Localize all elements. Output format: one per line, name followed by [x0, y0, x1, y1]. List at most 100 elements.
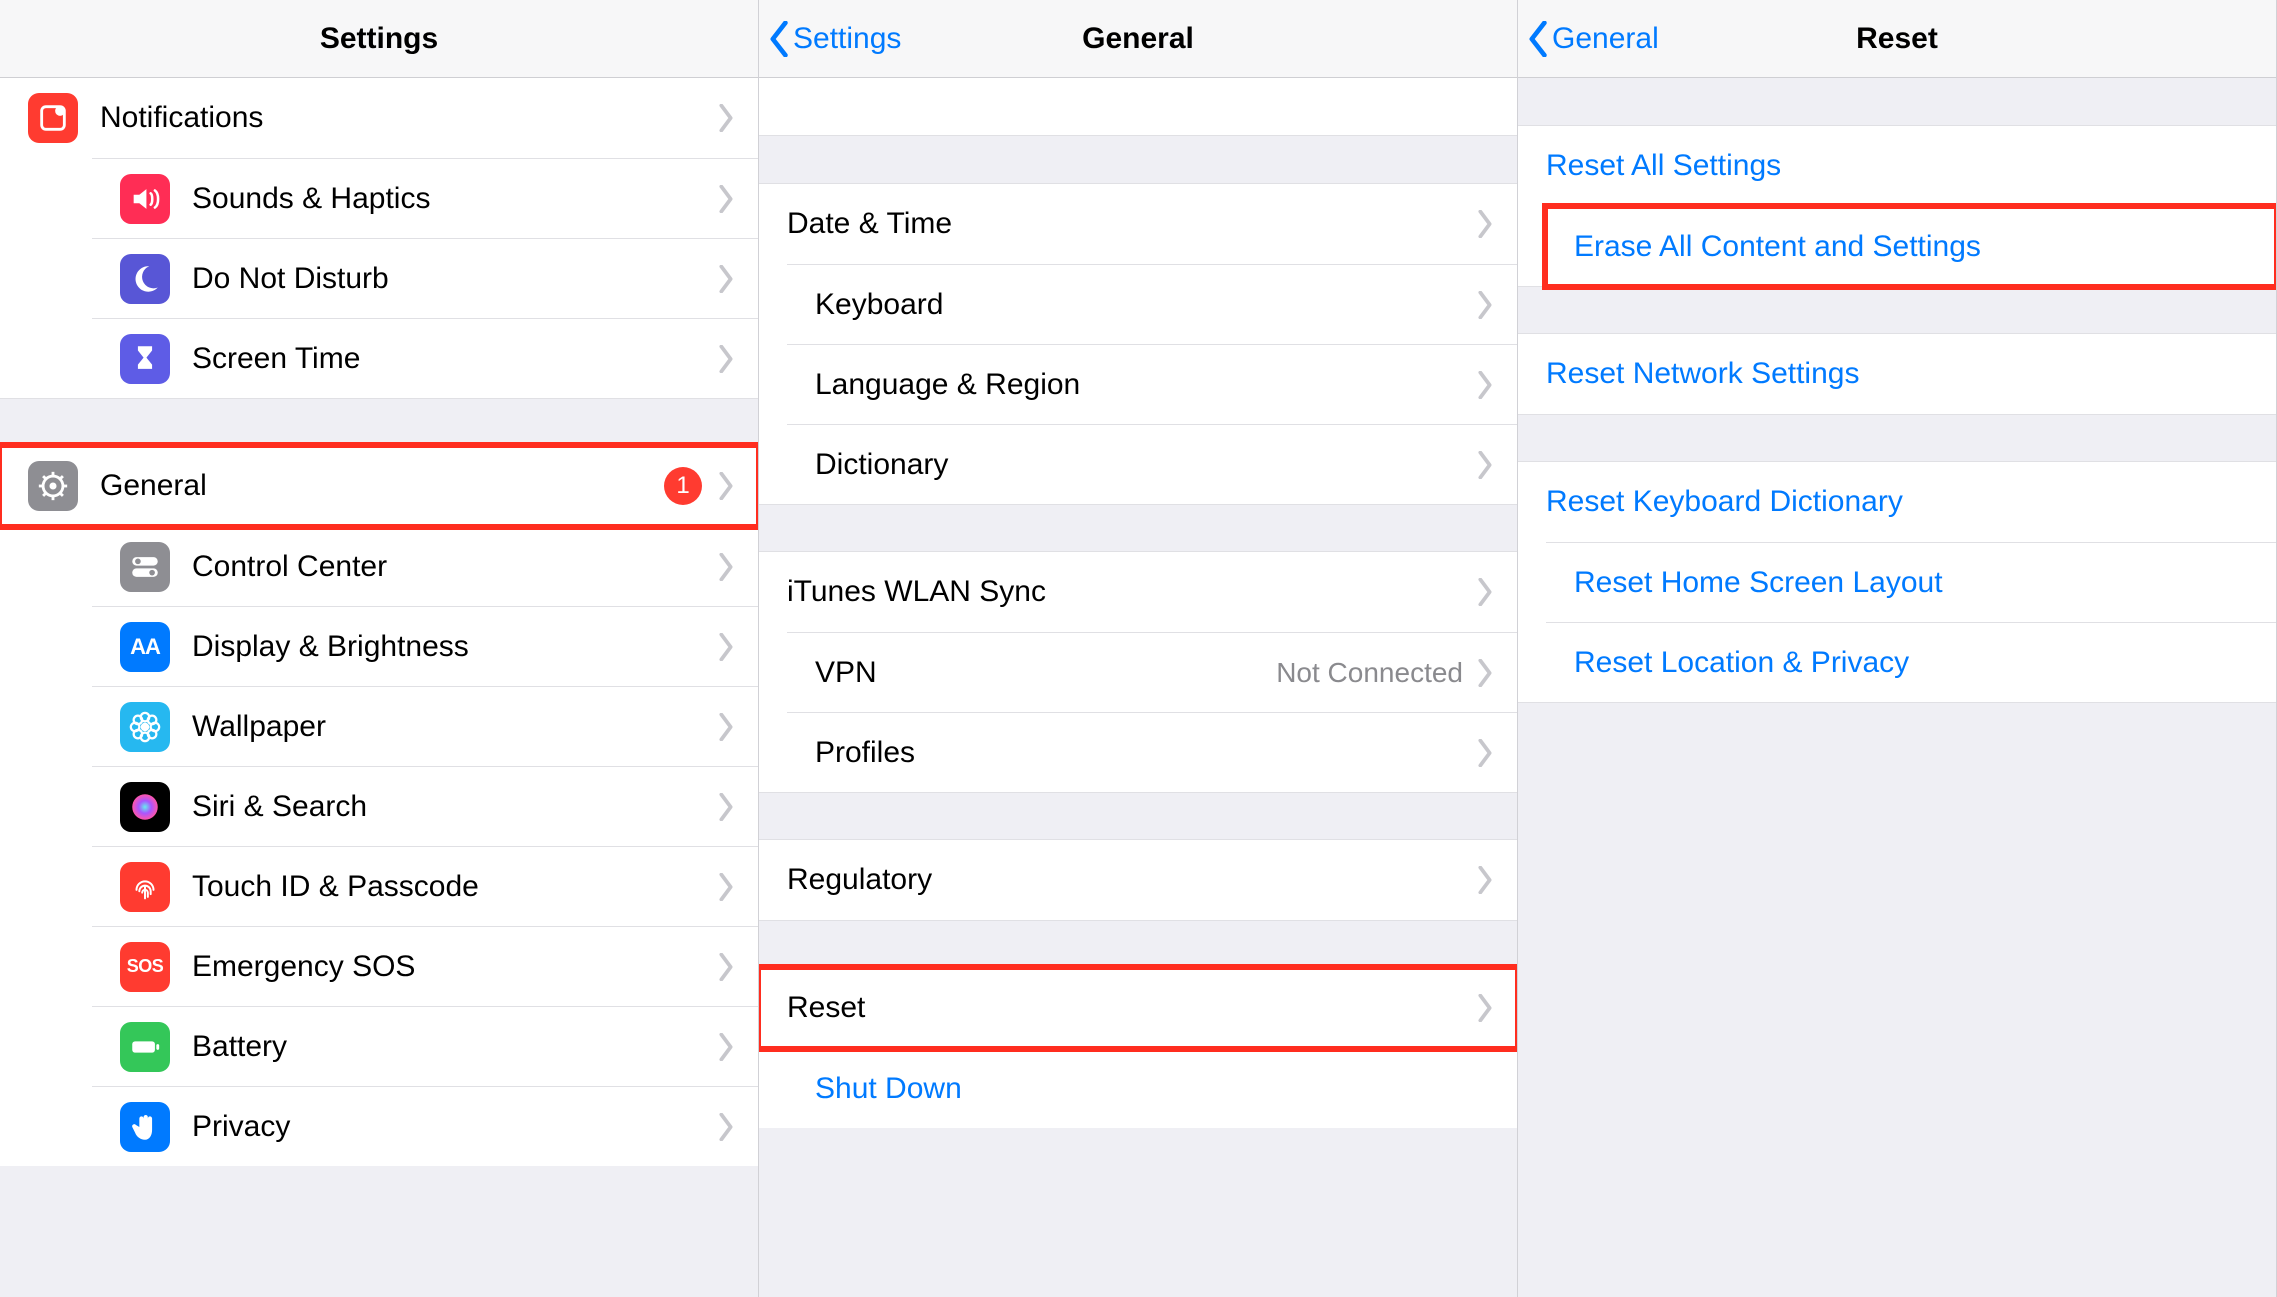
section-gap: [1518, 78, 2276, 126]
row-vpn[interactable]: VPNNot Connected: [787, 632, 1517, 712]
row-lang[interactable]: Language & Region: [787, 344, 1517, 424]
chevron-right-icon: [718, 633, 734, 661]
row-label: Date & Time: [787, 207, 1477, 241]
chevron-right-icon: [1477, 994, 1493, 1022]
chevron-right-icon: [718, 1113, 734, 1141]
page-title: Reset: [1856, 22, 1938, 56]
row-label: Dictionary: [815, 448, 1477, 482]
page-title: General: [1082, 22, 1194, 56]
row-shutdown[interactable]: Shut Down: [787, 1048, 1517, 1128]
chevron-right-icon: [1477, 371, 1493, 399]
settings-group: Reset All Settings Erase All Content and …: [1518, 126, 2276, 286]
reset-pane: General Reset Reset All Settings Erase Al…: [1518, 0, 2277, 1297]
row-display[interactable]: AA Display & Brightness: [92, 606, 758, 686]
row-label: Language & Region: [815, 368, 1477, 402]
sounds-icon: [120, 174, 170, 224]
row-reset-loc[interactable]: Reset Location & Privacy: [1546, 622, 2276, 702]
chevron-right-icon: [718, 793, 734, 821]
chevron-right-icon: [1477, 739, 1493, 767]
row-label: Battery: [192, 1030, 718, 1064]
chevron-right-icon: [1477, 578, 1493, 606]
row-label: Emergency SOS: [192, 950, 718, 984]
row-dnd[interactable]: Do Not Disturb: [92, 238, 758, 318]
row-regulatory[interactable]: Regulatory: [759, 840, 1517, 920]
general-pane: Settings General Date & Time Keyboard Lang…: [759, 0, 1518, 1297]
section-gap: [0, 398, 758, 446]
row-label: Screen Time: [192, 342, 718, 376]
section-gap: [759, 920, 1517, 968]
moon-icon: [120, 254, 170, 304]
row-siri[interactable]: Siri & Search: [92, 766, 758, 846]
row-sounds[interactable]: Sounds & Haptics: [92, 158, 758, 238]
row-label: Reset Network Settings: [1546, 357, 2252, 391]
row-reset-network[interactable]: Reset Network Settings: [1518, 334, 2276, 414]
chevron-right-icon: [1477, 210, 1493, 238]
chevron-right-icon: [718, 713, 734, 741]
page-title: Settings: [320, 22, 438, 56]
battery-icon: [120, 1022, 170, 1072]
settings-group: Notifications Sounds & Haptics Do Not Dist…: [0, 78, 758, 398]
section-gap: [1518, 414, 2276, 462]
row-dict[interactable]: Dictionary: [787, 424, 1517, 504]
aa-icon: AA: [120, 622, 170, 672]
row-notifications[interactable]: Notifications: [0, 78, 758, 158]
row-screentime[interactable]: Screen Time: [92, 318, 758, 398]
row-reset[interactable]: Reset: [759, 968, 1517, 1048]
row-label: Profiles: [815, 736, 1477, 770]
row-touchid[interactable]: Touch ID & Passcode: [92, 846, 758, 926]
row-keyboard[interactable]: Keyboard: [787, 264, 1517, 344]
chevron-right-icon: [718, 553, 734, 581]
siri-icon: [120, 782, 170, 832]
chevron-right-icon: [718, 1033, 734, 1061]
settings-group: Regulatory: [759, 840, 1517, 920]
settings-group: Reset Keyboard Dictionary Reset Home Scre…: [1518, 462, 2276, 702]
row-privacy[interactable]: Privacy: [92, 1086, 758, 1166]
row-reset-kbd[interactable]: Reset Keyboard Dictionary: [1518, 462, 2276, 542]
row-general[interactable]: General1: [0, 446, 758, 526]
row-label: Display & Brightness: [192, 630, 718, 664]
row-label: iTunes WLAN Sync: [787, 575, 1477, 609]
toggles-icon: [120, 542, 170, 592]
chevron-right-icon: [718, 185, 734, 213]
row-wallpaper[interactable]: Wallpaper: [92, 686, 758, 766]
row-control-center[interactable]: Control Center: [92, 526, 758, 606]
row-reset-home[interactable]: Reset Home Screen Layout: [1546, 542, 2276, 622]
row-label: Sounds & Haptics: [192, 182, 718, 216]
row-reset-all[interactable]: Reset All Settings: [1518, 126, 2276, 206]
section-gap: [759, 136, 1517, 184]
row-label: Siri & Search: [192, 790, 718, 824]
back-button[interactable]: Settings: [769, 0, 901, 77]
partial-row: [759, 78, 1517, 136]
row-label: Reset: [787, 991, 1477, 1025]
row-label: Control Center: [192, 550, 718, 584]
row-date-time[interactable]: Date & Time: [759, 184, 1517, 264]
chevron-right-icon: [718, 345, 734, 373]
section-gap: [759, 792, 1517, 840]
row-profiles[interactable]: Profiles: [787, 712, 1517, 792]
chevron-right-icon: [1477, 659, 1493, 687]
row-label: Reset Keyboard Dictionary: [1546, 485, 2252, 519]
back-button[interactable]: General: [1528, 0, 1659, 77]
row-itunes[interactable]: iTunes WLAN Sync: [759, 552, 1517, 632]
chevron-right-icon: [718, 873, 734, 901]
row-label: Notifications: [100, 101, 718, 135]
navbar: General Reset: [1518, 0, 2276, 78]
row-battery[interactable]: Battery: [92, 1006, 758, 1086]
row-label: Erase All Content and Settings: [1574, 230, 2252, 264]
row-label: VPN: [815, 656, 1276, 690]
chevron-right-icon: [718, 953, 734, 981]
chevron-right-icon: [1477, 451, 1493, 479]
row-label: Touch ID & Passcode: [192, 870, 718, 904]
chevron-left-icon: [769, 21, 791, 57]
row-label: Reset All Settings: [1546, 149, 2252, 183]
chevron-right-icon: [718, 265, 734, 293]
chevron-right-icon: [1477, 291, 1493, 319]
row-sos[interactable]: SOSEmergency SOS: [92, 926, 758, 1006]
back-label: Settings: [793, 22, 901, 56]
section-gap: [1518, 286, 2276, 334]
notifications-icon: [28, 93, 78, 143]
row-label: Privacy: [192, 1110, 718, 1144]
row-erase-all[interactable]: Erase All Content and Settings: [1546, 206, 2276, 286]
row-label: Shut Down: [815, 1072, 1493, 1106]
row-label: General: [100, 469, 664, 503]
